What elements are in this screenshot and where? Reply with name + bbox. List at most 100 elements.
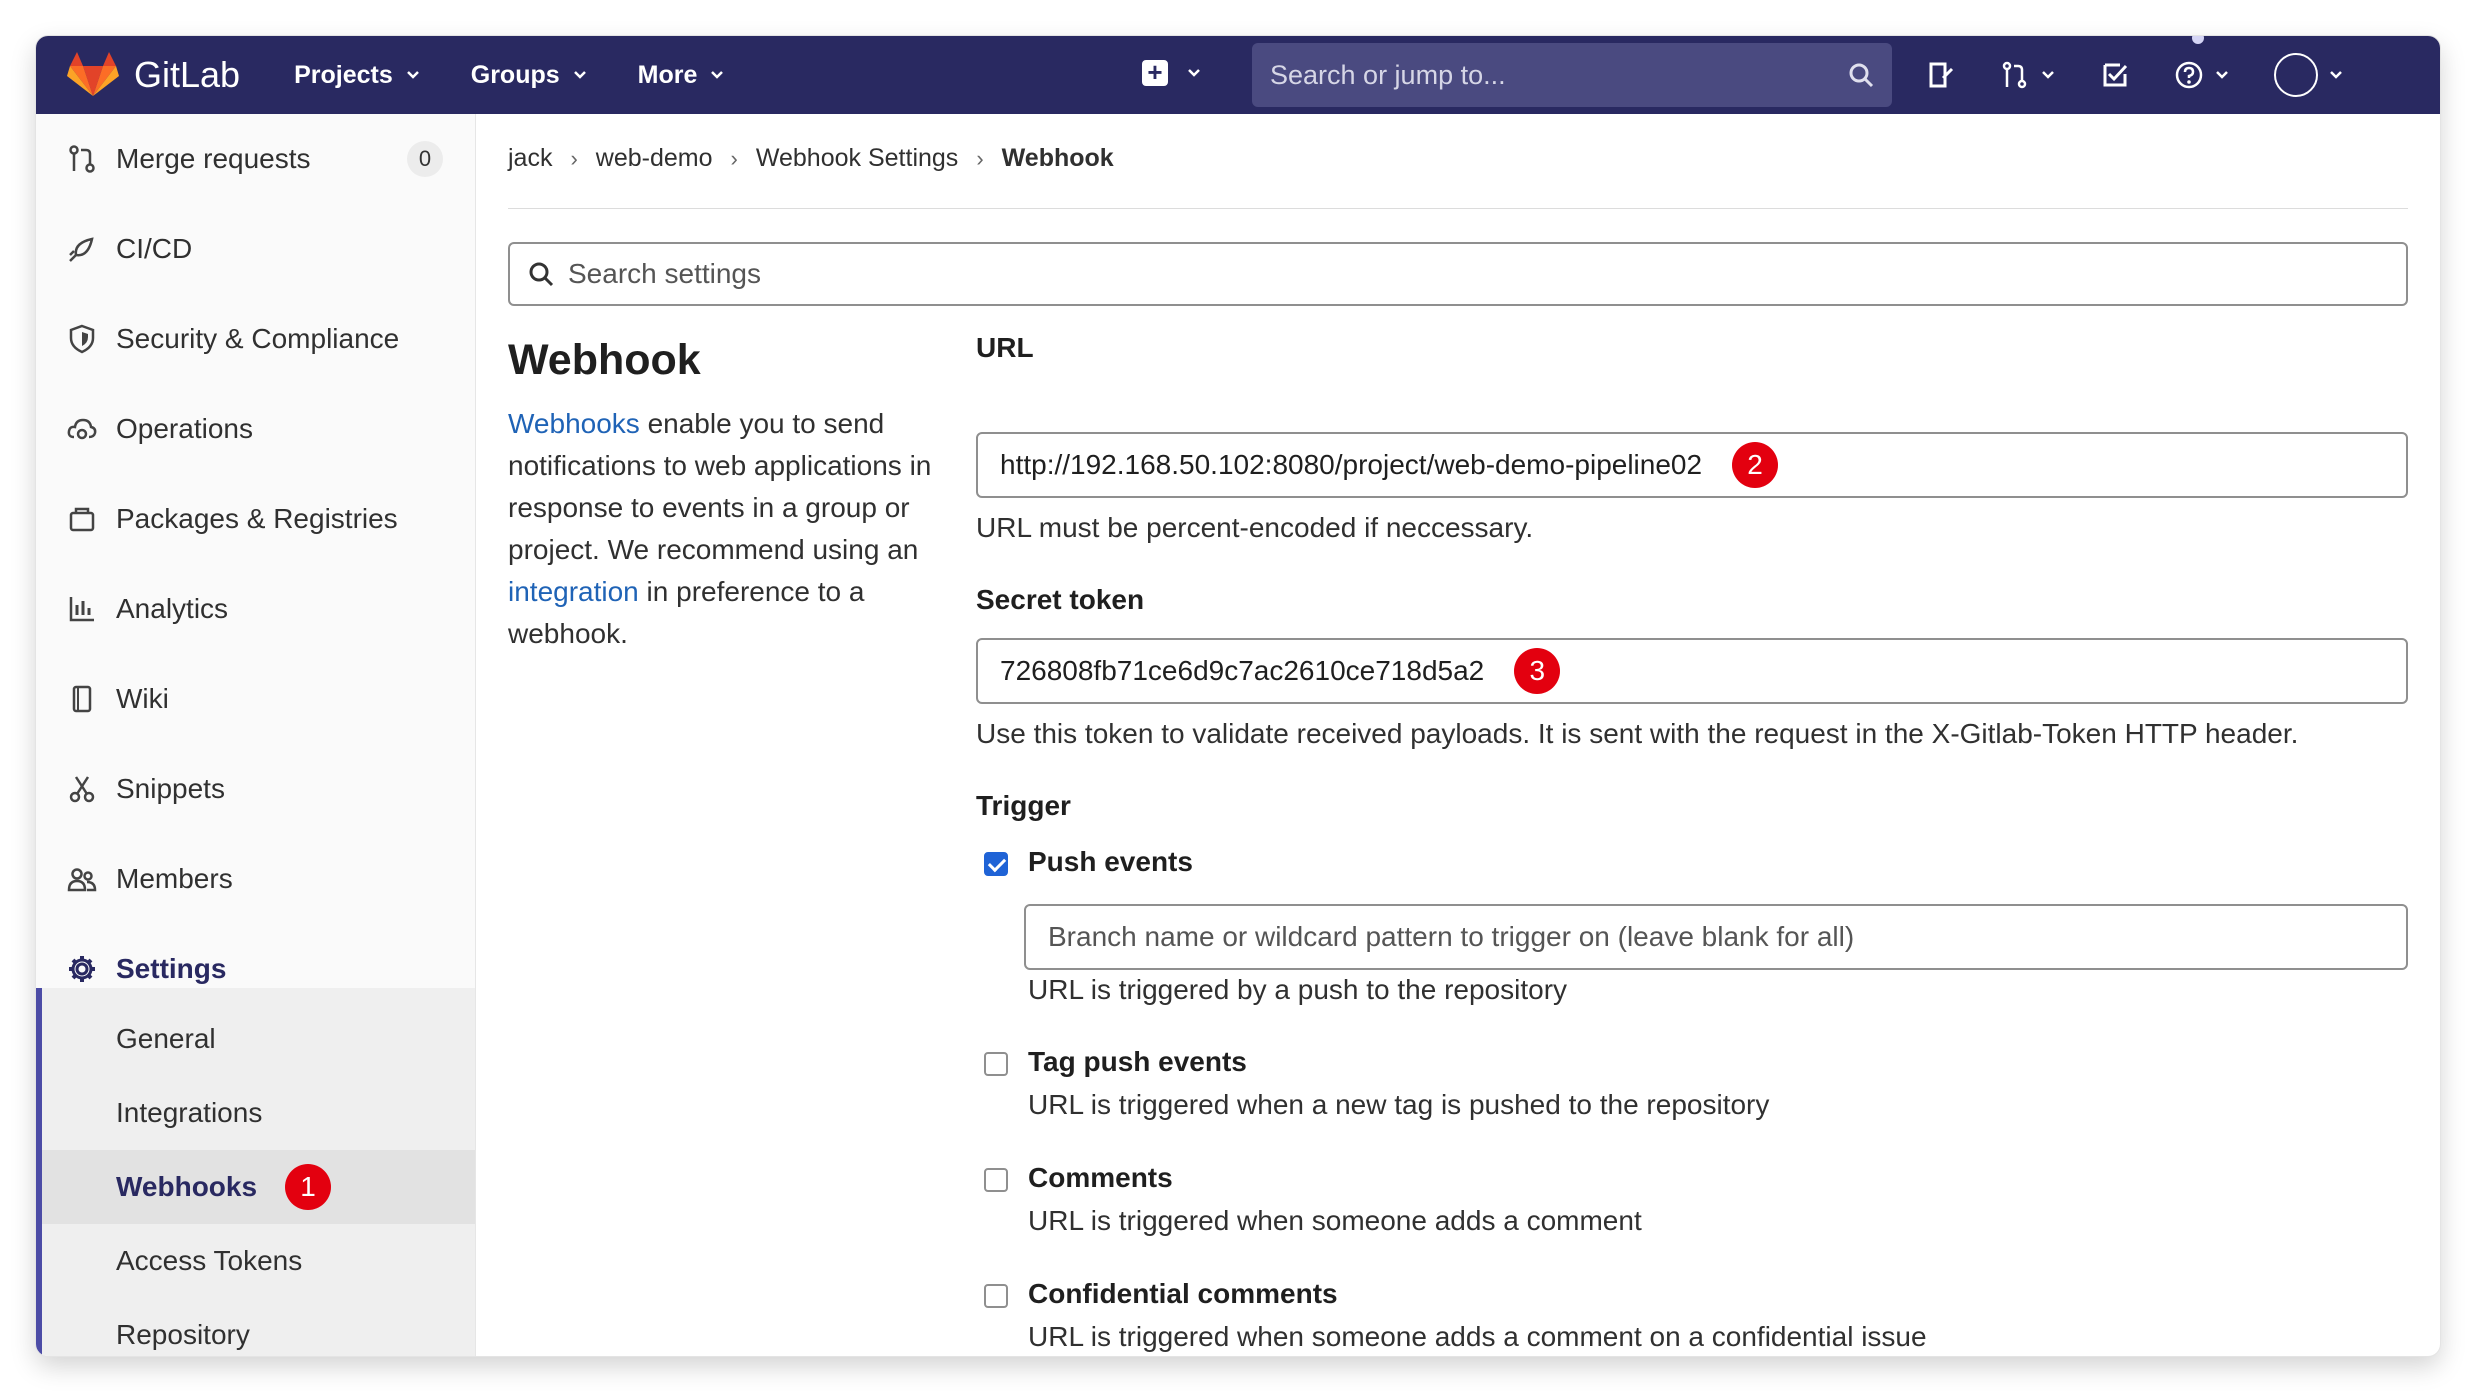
- secret-token-value: 726808fb71ce6d9c7ac2610ce718d5a2: [1000, 655, 1485, 686]
- sidebar-sub-label: Repository: [116, 1319, 250, 1350]
- sidebar-item-analytics[interactable]: Analytics: [36, 564, 475, 654]
- search-settings[interactable]: [508, 242, 2408, 306]
- search-settings-input[interactable]: [568, 258, 2388, 290]
- sidebar-item-merge-requests[interactable]: Merge requests 0: [36, 114, 475, 204]
- nav-icons: [1926, 36, 2388, 114]
- rocket-icon: [69, 237, 94, 262]
- divider: [508, 208, 2408, 209]
- annotation-badge: 2: [1732, 442, 1779, 488]
- gitlab-logo[interactable]: GitLab: [66, 52, 240, 98]
- branch-filter-input[interactable]: [1048, 921, 2406, 953]
- search-icon: [1849, 63, 1874, 88]
- comments-help: URL is triggered when someone adds a com…: [1028, 1205, 1642, 1236]
- secret-token-input[interactable]: 726808fb71ce6d9c7ac2610ce718d5a2 3: [976, 638, 2408, 704]
- sidebar-item-settings[interactable]: Settings: [42, 924, 475, 1014]
- sidebar-sub-access-tokens[interactable]: Access Tokens: [42, 1224, 475, 1298]
- confidential-comments-checkbox-row: [984, 1284, 1008, 1308]
- integration-link[interactable]: integration: [508, 576, 639, 607]
- sidebar-item-label: Merge requests: [116, 143, 311, 174]
- tag-push-events-title: Tag push events: [1028, 1046, 1247, 1077]
- tag-push-events-checkbox[interactable]: [984, 1052, 1008, 1076]
- breadcrumb-item[interactable]: web-demo: [596, 144, 713, 173]
- chevron-right-icon: ›: [976, 145, 984, 171]
- sidebar-item-operations[interactable]: Operations: [36, 384, 475, 474]
- shield-icon: [69, 324, 95, 354]
- sidebar-item-label: Operations: [116, 413, 253, 444]
- sidebar-item-cicd[interactable]: CI/CD: [36, 204, 475, 294]
- nav-groups-label: Groups: [470, 60, 560, 89]
- sidebar: Merge requests 0 CI/CD Security & Compli…: [36, 114, 476, 1356]
- help-button[interactable]: [2174, 36, 2230, 90]
- browser-window: GitLab Projects Groups More + Search or …: [36, 36, 2440, 1356]
- sidebar-item-label: Security & Compliance: [116, 323, 400, 354]
- sidebar-item-members[interactable]: Members: [36, 834, 475, 924]
- chevron-down-icon: [2214, 67, 2230, 83]
- search-icon: [529, 262, 554, 287]
- chevron-down-icon: [1186, 65, 1202, 81]
- avatar: [2274, 53, 2318, 97]
- nav-projects[interactable]: Projects: [294, 61, 421, 90]
- sidebar-item-label: CI/CD: [116, 233, 193, 264]
- chevron-down-icon: [405, 67, 421, 83]
- sidebar-item-label: Wiki: [116, 683, 169, 714]
- push-events-title: Push events: [1028, 846, 1193, 877]
- nav-groups[interactable]: Groups: [471, 61, 588, 90]
- breadcrumb-item[interactable]: Webhook Settings: [756, 144, 958, 173]
- nav-more[interactable]: More: [638, 61, 726, 90]
- sidebar-item-wiki[interactable]: Wiki: [36, 654, 475, 744]
- logo-text: GitLab: [134, 54, 241, 95]
- user-menu-button[interactable]: [2274, 53, 2344, 97]
- merge-request-icon: [69, 145, 95, 173]
- merge-request-icon: [2002, 61, 2027, 89]
- branch-filter-field[interactable]: [1024, 904, 2408, 970]
- webhooks-link[interactable]: Webhooks: [508, 408, 640, 439]
- confidential-comments-checkbox[interactable]: [984, 1284, 1008, 1308]
- page-title: Webhook: [508, 336, 701, 384]
- merge-requests-button[interactable]: [2000, 60, 2056, 90]
- sidebar-item-label: Analytics: [116, 593, 229, 624]
- top-navbar: GitLab Projects Groups More +: [36, 36, 2440, 114]
- sidebar-sub-webhooks[interactable]: Webhooks 1: [42, 1150, 475, 1224]
- cloud-gear-icon: [67, 418, 97, 440]
- secret-token-help: Use this token to validate received payl…: [976, 718, 2299, 749]
- breadcrumb-item[interactable]: jack: [508, 144, 552, 173]
- sidebar-sub-repository[interactable]: Repository: [42, 1298, 475, 1356]
- url-value: http://192.168.50.102:8080/project/web-d…: [1000, 449, 1703, 480]
- global-search[interactable]: [1252, 43, 1892, 107]
- sidebar-item-security[interactable]: Security & Compliance: [36, 294, 475, 384]
- main-content: jack › web-demo › Webhook Settings › Web…: [476, 114, 2440, 1356]
- notification-dot: [2192, 36, 2204, 44]
- intro-text: Webhooks enable you to send notification…: [508, 403, 938, 655]
- sidebar-sub-label: Access Tokens: [116, 1245, 303, 1276]
- sidebar-sub-label: Integrations: [116, 1097, 263, 1128]
- webhook-intro: Webhook Webhooks enable you to send noti…: [508, 336, 938, 655]
- push-events-checkbox[interactable]: [984, 852, 1008, 876]
- new-item-button[interactable]: +: [1142, 59, 1202, 86]
- global-search-input[interactable]: [1270, 59, 1848, 91]
- sidebar-sub-label: Webhooks: [116, 1171, 258, 1202]
- chevron-down-icon: [709, 67, 725, 83]
- sidebar-sub-label: General: [116, 1023, 216, 1054]
- breadcrumb-current[interactable]: Webhook: [1002, 144, 1114, 173]
- sidebar-item-packages[interactable]: Packages & Registries: [36, 474, 475, 564]
- nav-more-label: More: [637, 60, 698, 89]
- comments-title: Comments: [1028, 1162, 1173, 1193]
- comments-checkbox-row: [984, 1168, 1008, 1192]
- url-label: URL: [976, 332, 1034, 363]
- plus-icon: +: [1142, 59, 1168, 86]
- chart-icon: [69, 597, 94, 622]
- scissors-icon: [69, 776, 95, 803]
- sidebar-sub-general[interactable]: General: [42, 1002, 475, 1076]
- sidebar-sub-integrations[interactable]: Integrations: [42, 1076, 475, 1150]
- sidebar-item-snippets[interactable]: Snippets: [36, 744, 475, 834]
- url-input[interactable]: http://192.168.50.102:8080/project/web-d…: [976, 432, 2408, 498]
- gear-icon: [69, 956, 95, 982]
- todos-button[interactable]: [2100, 60, 2130, 90]
- tag-push-events-help: URL is triggered when a new tag is pushe…: [1028, 1089, 1770, 1120]
- breadcrumb: jack › web-demo › Webhook Settings › Web…: [508, 144, 1114, 173]
- comments-checkbox[interactable]: [984, 1168, 1008, 1192]
- secret-token-label: Secret token: [976, 584, 1145, 615]
- url-help: URL must be percent-encoded if neccessar…: [976, 512, 1534, 543]
- push-events-checkbox-row: [984, 852, 1008, 876]
- issues-button[interactable]: [1926, 60, 1956, 90]
